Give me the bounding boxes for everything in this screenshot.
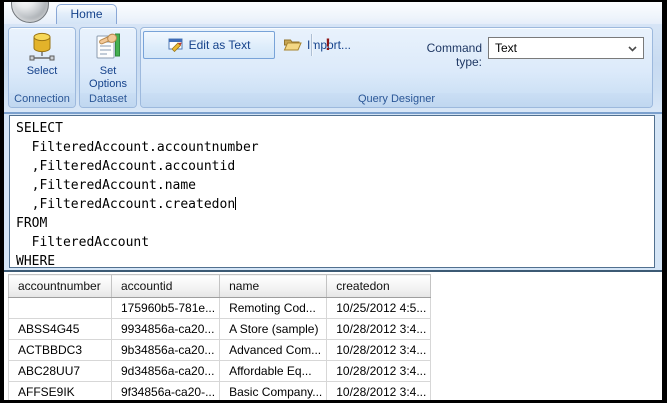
set-options-button-label: Set Options [80,65,136,91]
results-grid: accountnumber accountid name createdon 1… [8,274,431,400]
edit-as-text-label: Edit as Text [189,38,251,52]
select-button-label: Select [27,65,58,78]
column-header-accountid[interactable]: accountid [112,275,220,298]
command-type-value: Text [495,41,517,55]
table-cell: 10/25/2012 4:5... [327,298,431,319]
table-cell: 9d34856a-ca20... [112,361,220,382]
table-cell: ABSS4G45 [9,319,112,340]
table-cell: Advanced Com... [220,340,327,361]
run-query-button[interactable]: ! [320,32,336,58]
edit-as-text-icon [168,36,184,55]
group-label-query-designer: Query Designer [141,93,652,107]
import-folder-icon [283,36,302,55]
set-options-icon [93,31,123,63]
table-cell [9,298,112,319]
ribbon-group-query-designer: Edit as Text Import... ! [140,27,653,108]
table-cell: ABC28UU7 [9,361,112,382]
table-row[interactable]: ABSS4G45 9934856a-ca20... A Store (sampl… [9,319,431,340]
select-button[interactable]: Select [14,28,70,93]
table-cell: 10/28/2012 3:4... [327,361,431,382]
table-cell: ACTBBDC3 [9,340,112,361]
import-button[interactable]: Import... [277,31,357,59]
results-pane: accountnumber accountid name createdon 1… [4,270,662,400]
table-cell: 10/28/2012 3:4... [327,319,431,340]
sql-line: FilteredAccount.accountnumber [16,138,654,157]
table-row[interactable]: 175960b5-781e... Remoting Cod... 10/25/2… [9,298,431,319]
command-type-label: Command type: [400,41,482,69]
set-options-button[interactable]: Set Options [80,28,136,93]
chevron-down-icon [628,41,637,55]
query-designer-toolbar: Edit as Text Import... ! [141,28,652,93]
column-header-name[interactable]: name [220,275,327,298]
sql-line: FilteredAccount [16,233,654,252]
application-menu-button[interactable] [11,2,49,23]
table-cell: Basic Company... [220,382,327,401]
edit-as-text-button[interactable]: Edit as Text [143,31,275,59]
text-caret [235,197,236,210]
tab-strip: Home [4,2,662,24]
ribbon: Select Connection [4,24,662,114]
sql-line: ,FilteredAccount.createdon [16,195,654,214]
table-row[interactable]: ABC28UU7 9d34856a-ca20... Affordable Eq.… [9,361,431,382]
sql-line: ,FilteredAccount.accountid [16,157,654,176]
table-cell: 9b34856a-ca20... [112,340,220,361]
sql-line: FROM [16,214,654,233]
table-cell: Remoting Cod... [220,298,327,319]
table-cell: 175960b5-781e... [112,298,220,319]
sql-line: ,FilteredAccount.name [16,176,654,195]
table-cell: 10/28/2012 3:4... [327,382,431,401]
column-header-accountnumber[interactable]: accountnumber [9,275,112,298]
table-cell: 9f34856a-ca20-... [112,382,220,401]
ribbon-group-dataset: Set Options Dataset [79,27,137,108]
toolbar-separator [311,34,312,56]
query-designer-window: Home Select [4,2,662,400]
table-cell: 9934856a-ca20... [112,319,220,340]
table-cell: Affordable Eq... [220,361,327,382]
sql-line: WHERE [16,252,654,268]
group-label-dataset: Dataset [80,93,136,107]
tab-home[interactable]: Home [56,4,117,24]
exclamation-icon: ! [325,35,331,54]
table-row[interactable]: ACTBBDC3 9b34856a-ca20... Advanced Com..… [9,340,431,361]
column-header-createdon[interactable]: createdon [327,275,431,298]
ribbon-group-connection: Select Connection [8,27,76,108]
table-row[interactable]: AFFSE9IK 9f34856a-ca20-... Basic Company… [9,382,431,401]
table-cell: 10/28/2012 3:4... [327,340,431,361]
table-cell: AFFSE9IK [9,382,112,401]
group-label-connection: Connection [9,93,75,107]
command-type-dropdown[interactable]: Text [488,37,644,59]
database-icon [27,31,57,63]
sql-line: SELECT [16,119,654,138]
sql-editor[interactable]: SELECT FilteredAccount.accountnumber ,Fi… [9,115,655,268]
table-header-row: accountnumber accountid name createdon [9,275,431,298]
table-cell: A Store (sample) [220,319,327,340]
